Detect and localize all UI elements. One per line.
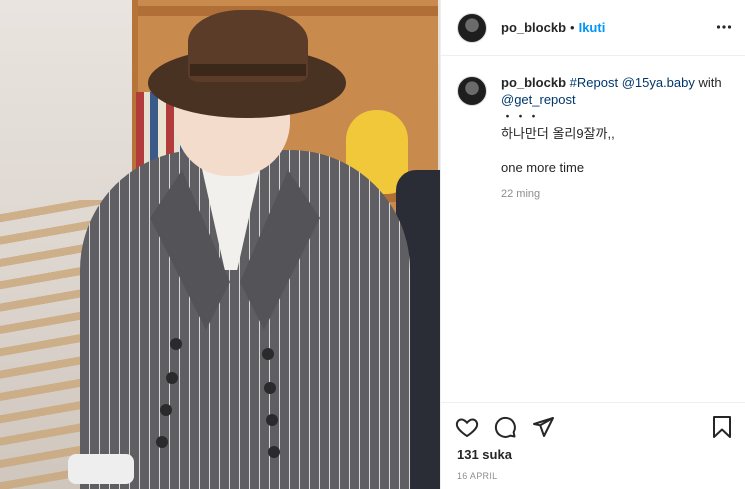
post-actions: 131 suka 16 APRIL bbox=[441, 402, 745, 489]
caption-comment: po_blockb #Repost @15ya.baby with @get_r… bbox=[457, 74, 737, 203]
header-username[interactable]: po_blockb bbox=[501, 20, 566, 35]
caption-timestamp[interactable]: 22 ming bbox=[501, 186, 722, 203]
more-options-glyph bbox=[716, 25, 732, 29]
mention-get-repost[interactable]: @get_repost bbox=[501, 91, 722, 108]
post-header: po_blockb • Ikuti bbox=[441, 0, 745, 56]
post-photo[interactable] bbox=[0, 0, 440, 489]
caption-korean-text: 하나만더 올리9잘까,, bbox=[501, 126, 615, 141]
likes-count[interactable]: 131 suka bbox=[457, 447, 512, 462]
share-icon[interactable] bbox=[531, 415, 555, 439]
caption-english-text: one more time bbox=[501, 160, 585, 175]
avatar[interactable] bbox=[457, 12, 487, 43]
man-in-suit bbox=[40, 0, 420, 489]
caption-username[interactable]: po_blockb bbox=[501, 75, 566, 90]
mention-15ya-baby[interactable]: @15ya.baby bbox=[622, 75, 695, 90]
more-options-icon[interactable] bbox=[716, 18, 732, 39]
follow-button[interactable]: Ikuti bbox=[579, 20, 606, 35]
comment-icon[interactable] bbox=[493, 415, 517, 439]
caption-with-word: with bbox=[698, 75, 722, 90]
bookmark-icon[interactable] bbox=[710, 415, 734, 439]
post-side-panel: po_blockb • Ikuti po_blockb #Repost @15y… bbox=[440, 0, 745, 489]
separator-dot: • bbox=[570, 20, 575, 35]
post-date: 16 APRIL bbox=[457, 471, 498, 481]
heart-icon[interactable] bbox=[455, 415, 479, 439]
hashtag-repost[interactable]: #Repost bbox=[570, 75, 618, 90]
caption-dots: ・・・ bbox=[501, 109, 541, 124]
avatar[interactable] bbox=[457, 76, 487, 106]
